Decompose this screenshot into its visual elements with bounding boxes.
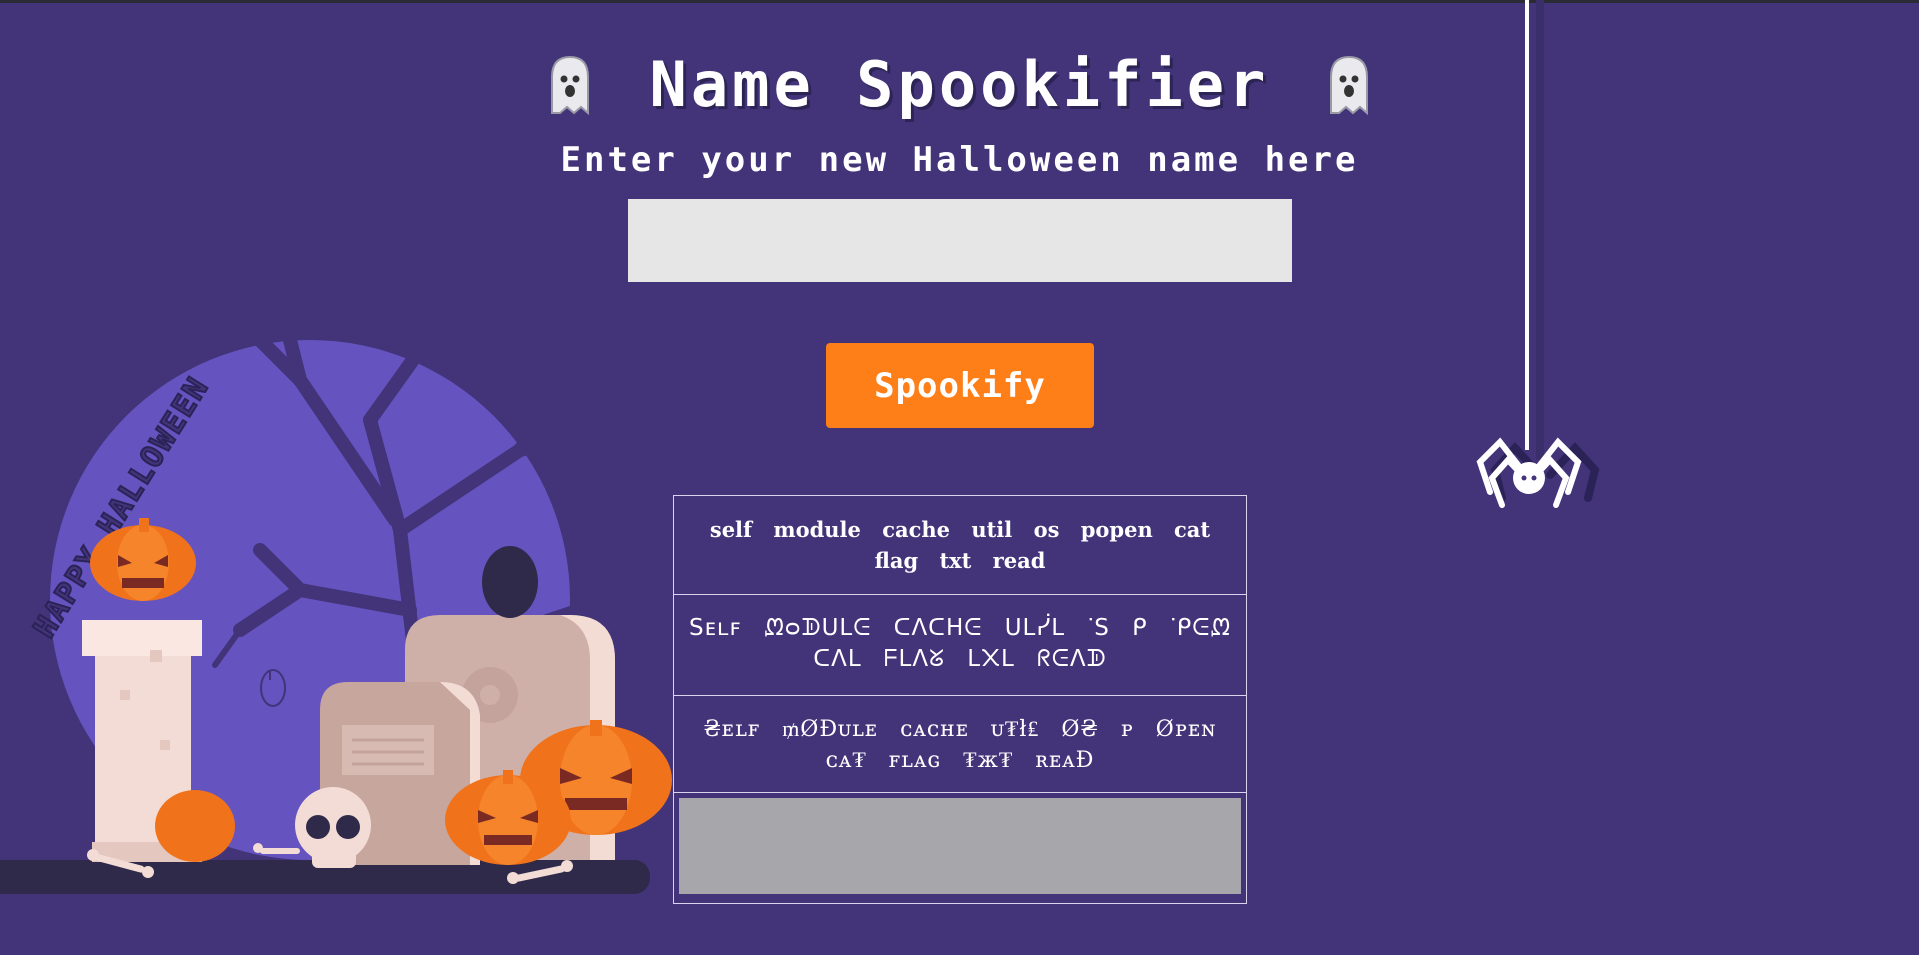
top-border: [0, 0, 1919, 3]
ghost-icon: [550, 55, 589, 115]
halloween-graveyard-illustration: HAPPY HALLOWEEN: [0, 293, 707, 894]
result-row-font-2: Ѕᴇʟꜰ ᘻᴑᗫᑌᒪᕮ ᑕᐱᑕᕼᕮ ᑌᒪᓰᒪ ᐝЅ ᑭ ᐝᑭᕮᘻ ᑕᐱᒪ ᖴᒪᐱ…: [674, 595, 1246, 696]
spookify-button[interactable]: Spookify: [826, 343, 1094, 428]
page-title: Name Spookifier: [649, 48, 1270, 121]
name-input[interactable]: [628, 199, 1292, 282]
title-row: Name Spookifier: [0, 48, 1919, 121]
result-blank-box: [679, 798, 1241, 894]
results-table: self module cache util os popen cat flag…: [673, 495, 1247, 904]
result-row-empty: [674, 793, 1246, 903]
ghost-icon: [1330, 55, 1369, 115]
pumpkin-left: [155, 790, 235, 862]
result-row-font-3: ₴ᴇʟꜰ ₥ØĐᴜʟᴇ ᴄᴀᴄʜᴇ ᴜ₮ł₤ Ø₴ ᴘ Øᴘᴇɴ ᴄᴀ₮ ꜰʟᴀ…: [674, 696, 1246, 793]
form-subtitle: Enter your new Halloween name here: [560, 140, 1359, 180]
result-row-plain: self module cache util os popen cat flag…: [674, 496, 1246, 595]
owl-shape: [482, 546, 538, 618]
